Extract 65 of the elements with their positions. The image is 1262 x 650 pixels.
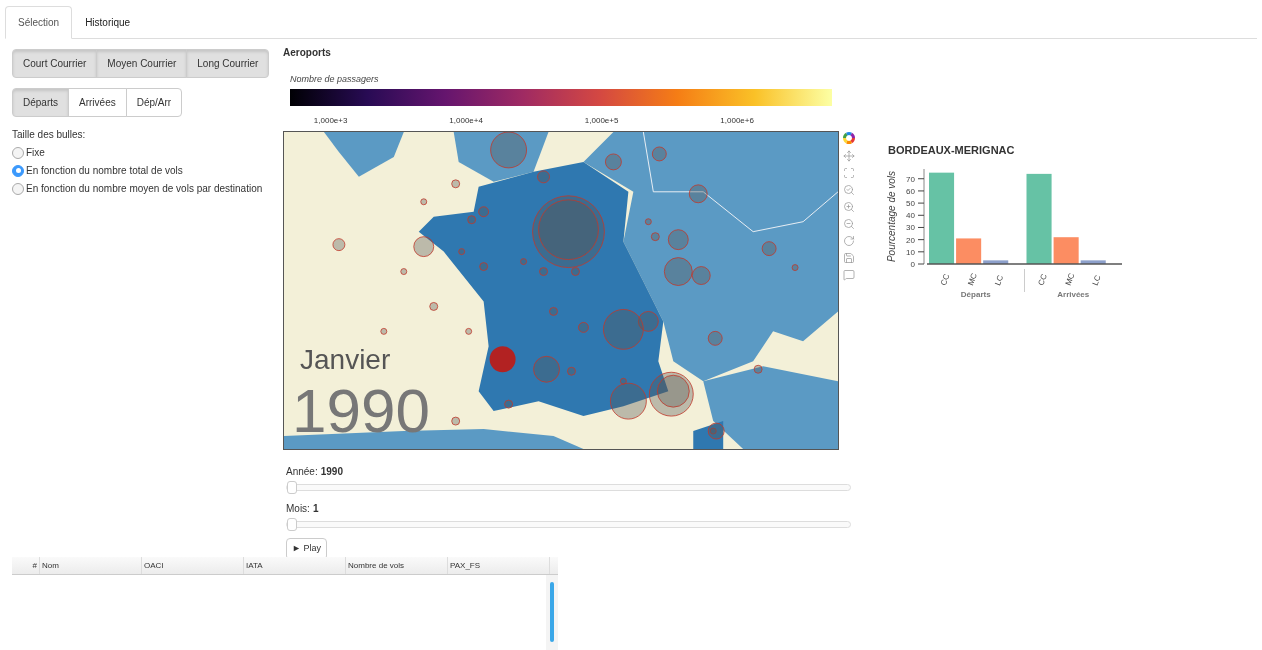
radio-label: Fixe [26,146,45,160]
color-wheel-icon[interactable] [842,130,856,145]
reset-icon[interactable] [843,234,855,247]
radio-button[interactable] [12,182,24,195]
colorbar-tick-label: 1,000e+3 [313,114,348,127]
series-tick-label: CC [1036,272,1049,287]
toggle-button[interactable]: Dép/Arr [125,88,183,117]
toggle-button[interactable]: Court Courrier [12,49,98,78]
column-header[interactable]: Nom [40,557,142,574]
series-tick-label: LC [1090,273,1103,287]
radio-button[interactable] [12,164,24,177]
slider-thumb[interactable] [287,480,297,494]
slider-track[interactable] [286,483,851,491]
y-axis: 0 10 20 30 40 50 60 70 [906,168,925,269]
slider-thumb[interactable] [287,517,297,531]
tab[interactable]: Sélection [5,6,73,39]
bubble-size-label: Taille des bulles: [12,128,87,142]
radio-label: En fonction du nombre total de vols [26,164,183,178]
category-label: Arrivées [1057,289,1090,299]
box-zoom-icon[interactable] [843,166,855,179]
column-header[interactable]: PAX_FS [448,557,550,574]
save-icon[interactable] [843,251,855,264]
y-tick-label: 70 [906,174,916,184]
y-tick-label: 60 [906,186,916,196]
toggle-button[interactable]: Départs [12,88,69,117]
move-icon[interactable] [843,149,855,162]
column-header[interactable]: # [12,557,40,574]
colorbar-tick-label: 1,000e+5 [584,114,619,127]
y-tick-label: 10 [906,247,916,257]
y-axis-label: Pourcentage de vols [886,170,897,262]
colorbar-tick-label: 1,000e+4 [449,114,483,127]
radio-label: En fonction du nombre moyen de vols par destination [26,182,263,196]
month-overlay: Janvier [300,345,391,374]
scrollbar[interactable] [546,575,558,650]
zoom-in-icon[interactable] [843,200,855,213]
tab[interactable]: Historique [72,6,144,39]
radio-button[interactable] [12,146,24,159]
colorbar-title: Nombre de passagers [290,73,380,86]
toggle-button[interactable]: Moyen Courrier [96,49,188,78]
year-overlay: 1990 [292,379,430,442]
column-header[interactable]: OACI [142,557,244,574]
chart-title: BORDEAUX-MERIGNAC [887,143,1016,158]
column-header[interactable]: Nombre de vols [346,557,448,574]
slider-value: 1 [312,501,319,516]
series-tick-label: LC [993,273,1006,287]
zoom-out-icon[interactable] [843,217,855,230]
y-tick-label: 0 [910,259,916,269]
slider-value: 1990 [320,464,343,479]
slider-label: Mois: [286,501,310,516]
section-title: Aeroports [283,46,332,60]
y-tick-label: 20 [906,235,916,245]
series-tick-label: MC [966,271,979,287]
series-tick-label: CC [938,272,952,287]
toggle-button[interactable]: Long Courrier [186,49,270,78]
play-button[interactable]: ► Play [286,537,327,560]
slider-track[interactable] [286,520,851,528]
slider-label: Année: [286,464,318,479]
colorbar-tick-label: 1,000e+6 [720,114,754,127]
category-label: Départs [960,289,991,299]
y-tick-label: 50 [906,198,916,208]
y-tick-label: 40 [906,210,916,220]
y-tick-label: 30 [906,222,916,232]
column-header[interactable]: IATA [244,557,346,574]
series-tick-label: MC [1063,271,1077,287]
toggle-button[interactable]: Arrivées [68,88,127,117]
